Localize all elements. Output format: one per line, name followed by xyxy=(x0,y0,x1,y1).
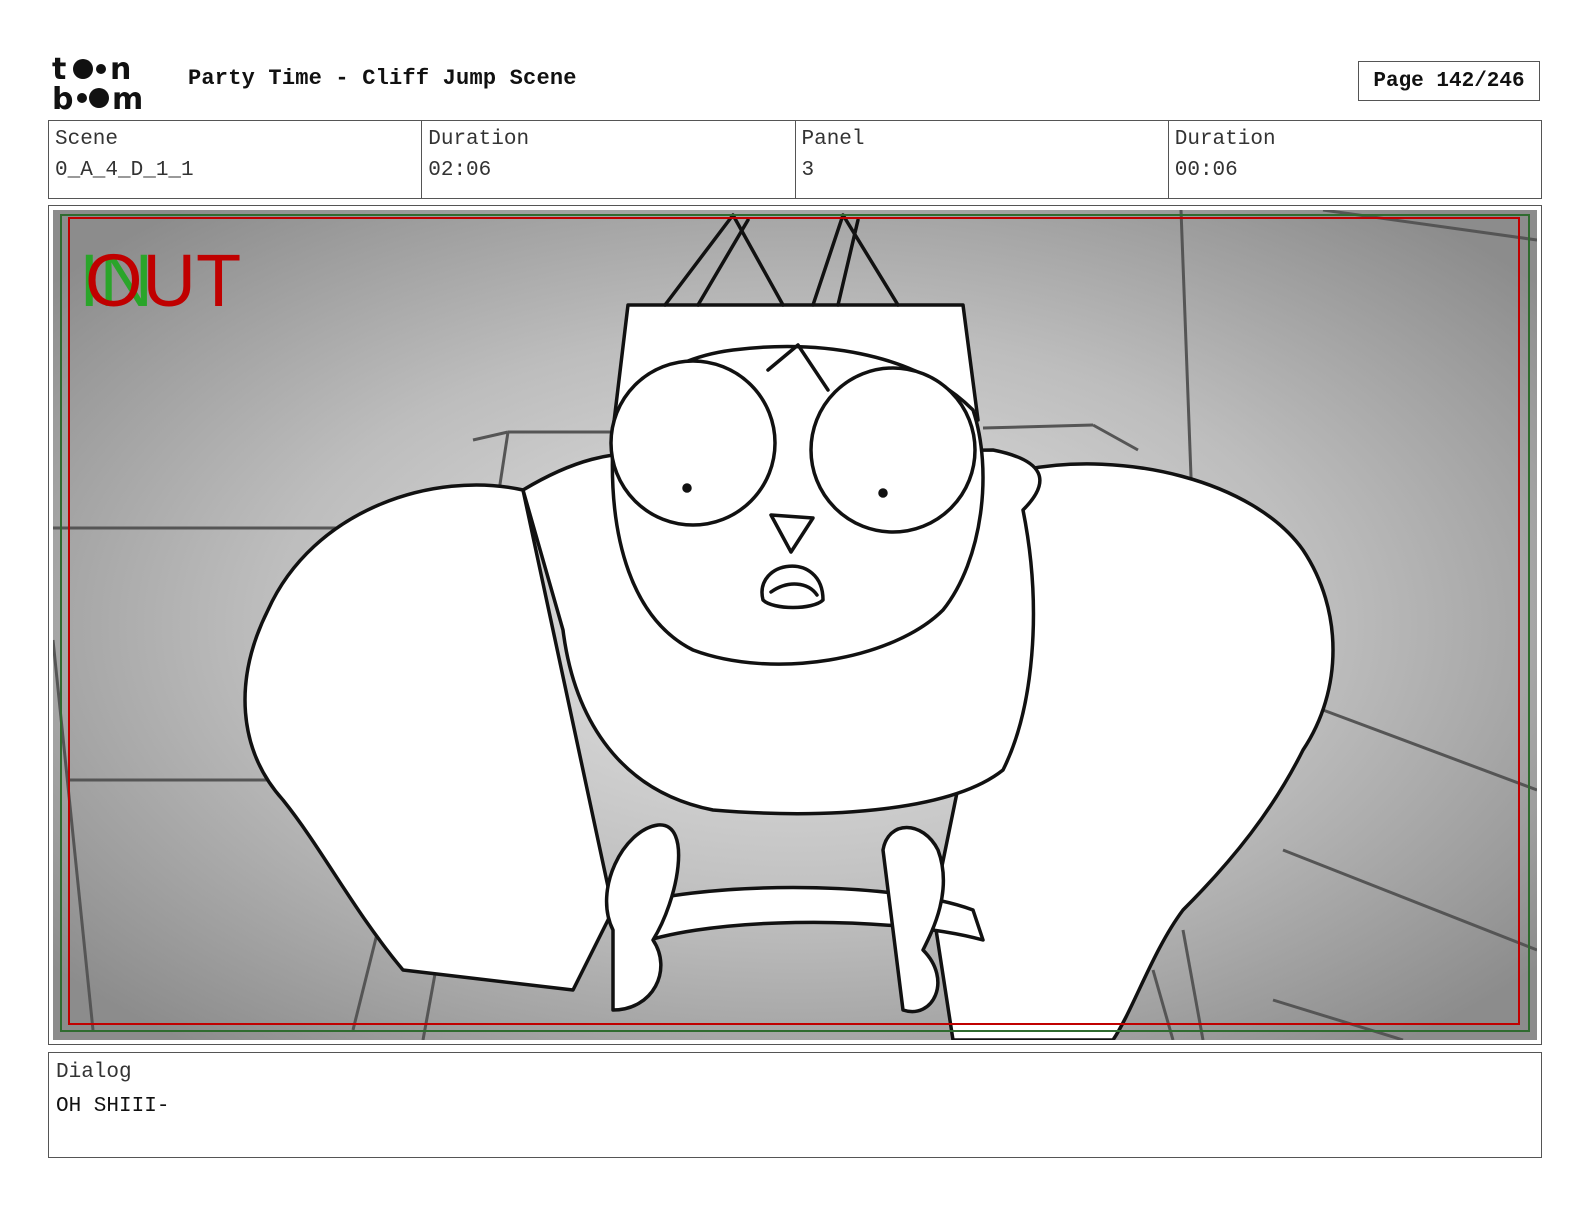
scene-duration-value: 02:06 xyxy=(428,159,492,182)
scene-value: 0_A_4_D_1_1 xyxy=(55,159,194,182)
out-marker: OUT xyxy=(85,239,241,322)
panel-label: Panel xyxy=(801,128,865,151)
panel-duration-label: Duration xyxy=(1174,128,1276,151)
dialog-box: Dialog OH SHIII- xyxy=(48,1052,1542,1158)
scene-label: Scene xyxy=(55,128,119,151)
panel-value: 3 xyxy=(801,159,815,182)
toon-boom-logo: t n b m xyxy=(52,52,164,117)
scene-duration-label: Duration xyxy=(428,128,530,151)
page-number: Page 142/246 xyxy=(1358,61,1540,101)
panel-drawing: IN OUT xyxy=(53,210,1537,1040)
panel-cell: Panel 3 xyxy=(796,121,1169,198)
panel-duration-value: 00:06 xyxy=(1174,159,1238,182)
svg-text:b: b xyxy=(52,82,73,112)
storyboard-panel: IN OUT xyxy=(48,205,1542,1045)
svg-text:m: m xyxy=(112,82,143,112)
scene-info-table: Scene 0_A_4_D_1_1 Duration 02:06 Panel 3… xyxy=(48,120,1542,199)
document-title: Party Time - Cliff Jump Scene xyxy=(188,66,577,91)
dialog-label: Dialog xyxy=(56,1061,132,1084)
dialog-text: OH SHIII- xyxy=(56,1095,170,1118)
scene-cell: Scene 0_A_4_D_1_1 xyxy=(49,121,423,198)
scene-duration-cell: Duration 02:06 xyxy=(422,121,796,198)
logo-graphic: t n b m xyxy=(52,52,143,117)
panel-duration-cell: Duration 00:06 xyxy=(1169,121,1541,198)
